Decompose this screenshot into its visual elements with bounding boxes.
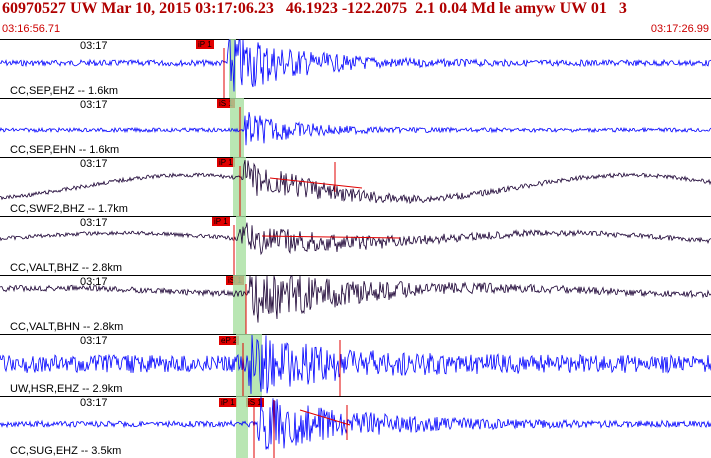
pick-marker[interactable]: iS 1 — [226, 276, 244, 285]
panel-time: 03:17 — [80, 397, 108, 409]
trace-panel-swf2-bhz[interactable]: 03:17 CC,SWF2,BHZ -- 1.7km iP 1 — [0, 157, 711, 216]
panel-time: 03:17 — [80, 276, 108, 288]
pick-marker[interactable]: eP 2 — [219, 336, 240, 345]
station-label: CC,SEP,EHN -- 1.6km — [10, 144, 120, 156]
panel-time: 03:17 — [80, 217, 108, 229]
trace-panel-sep-ehz[interactable]: 03:17 CC,SEP,EHZ -- 1.6km iP 1 — [0, 39, 711, 98]
pick-marker[interactable]: iP 1 — [196, 40, 214, 49]
trace-panel-valt-bhn[interactable]: 03:17 CC,VALT,BHN -- 2.8km iS 1 — [0, 275, 711, 334]
header: 60970527 UW Mar 10, 2015 03:17:06.23 46.… — [0, 0, 711, 40]
pick-marker[interactable]: iS 1 — [217, 99, 235, 108]
pick-marker[interactable]: iP 1 — [217, 158, 235, 167]
panel-time: 03:17 — [80, 335, 108, 347]
panel-time: 03:17 — [80, 99, 108, 111]
trace-panel-hsr-ehz[interactable]: 03:17 UW,HSR,EHZ -- 2.9km eP 2 — [0, 334, 711, 396]
station-label: CC,SUG,EHZ -- 3.5km — [10, 445, 122, 457]
station-label: UW,HSR,EHZ -- 2.9km — [10, 383, 123, 395]
station-label: CC,SEP,EHZ -- 1.6km — [10, 85, 118, 97]
pick-marker[interactable]: iP 1 — [212, 217, 230, 226]
trace-panel-sug-ehz[interactable]: 03:17 CC,SUG,EHZ -- 3.5km iP 1 iS 1 — [0, 396, 711, 458]
panel-time: 03:17 — [80, 158, 108, 170]
end-time: 03:17:26.99 — [650, 23, 709, 35]
trace-panel-sep-ehn[interactable]: 03:17 CC,SEP,EHN -- 1.6km iS 1 — [0, 98, 711, 157]
station-label: CC,VALT,BHN -- 2.8km — [10, 321, 124, 333]
trace-panel-valt-bhz[interactable]: 03:17 CC,VALT,BHZ -- 2.8km iP 1 — [0, 216, 711, 275]
start-time: 03:16:56.71 — [2, 23, 61, 35]
station-label: CC,VALT,BHZ -- 2.8km — [10, 262, 123, 274]
pick-marker[interactable]: iS 1 — [246, 398, 264, 407]
panel-time: 03:17 — [80, 40, 108, 52]
pick-marker[interactable]: iP 1 — [219, 398, 237, 407]
event-title: 60970527 UW Mar 10, 2015 03:17:06.23 46.… — [2, 0, 627, 17]
station-label: CC,SWF2,BHZ -- 1.7km — [10, 203, 128, 215]
